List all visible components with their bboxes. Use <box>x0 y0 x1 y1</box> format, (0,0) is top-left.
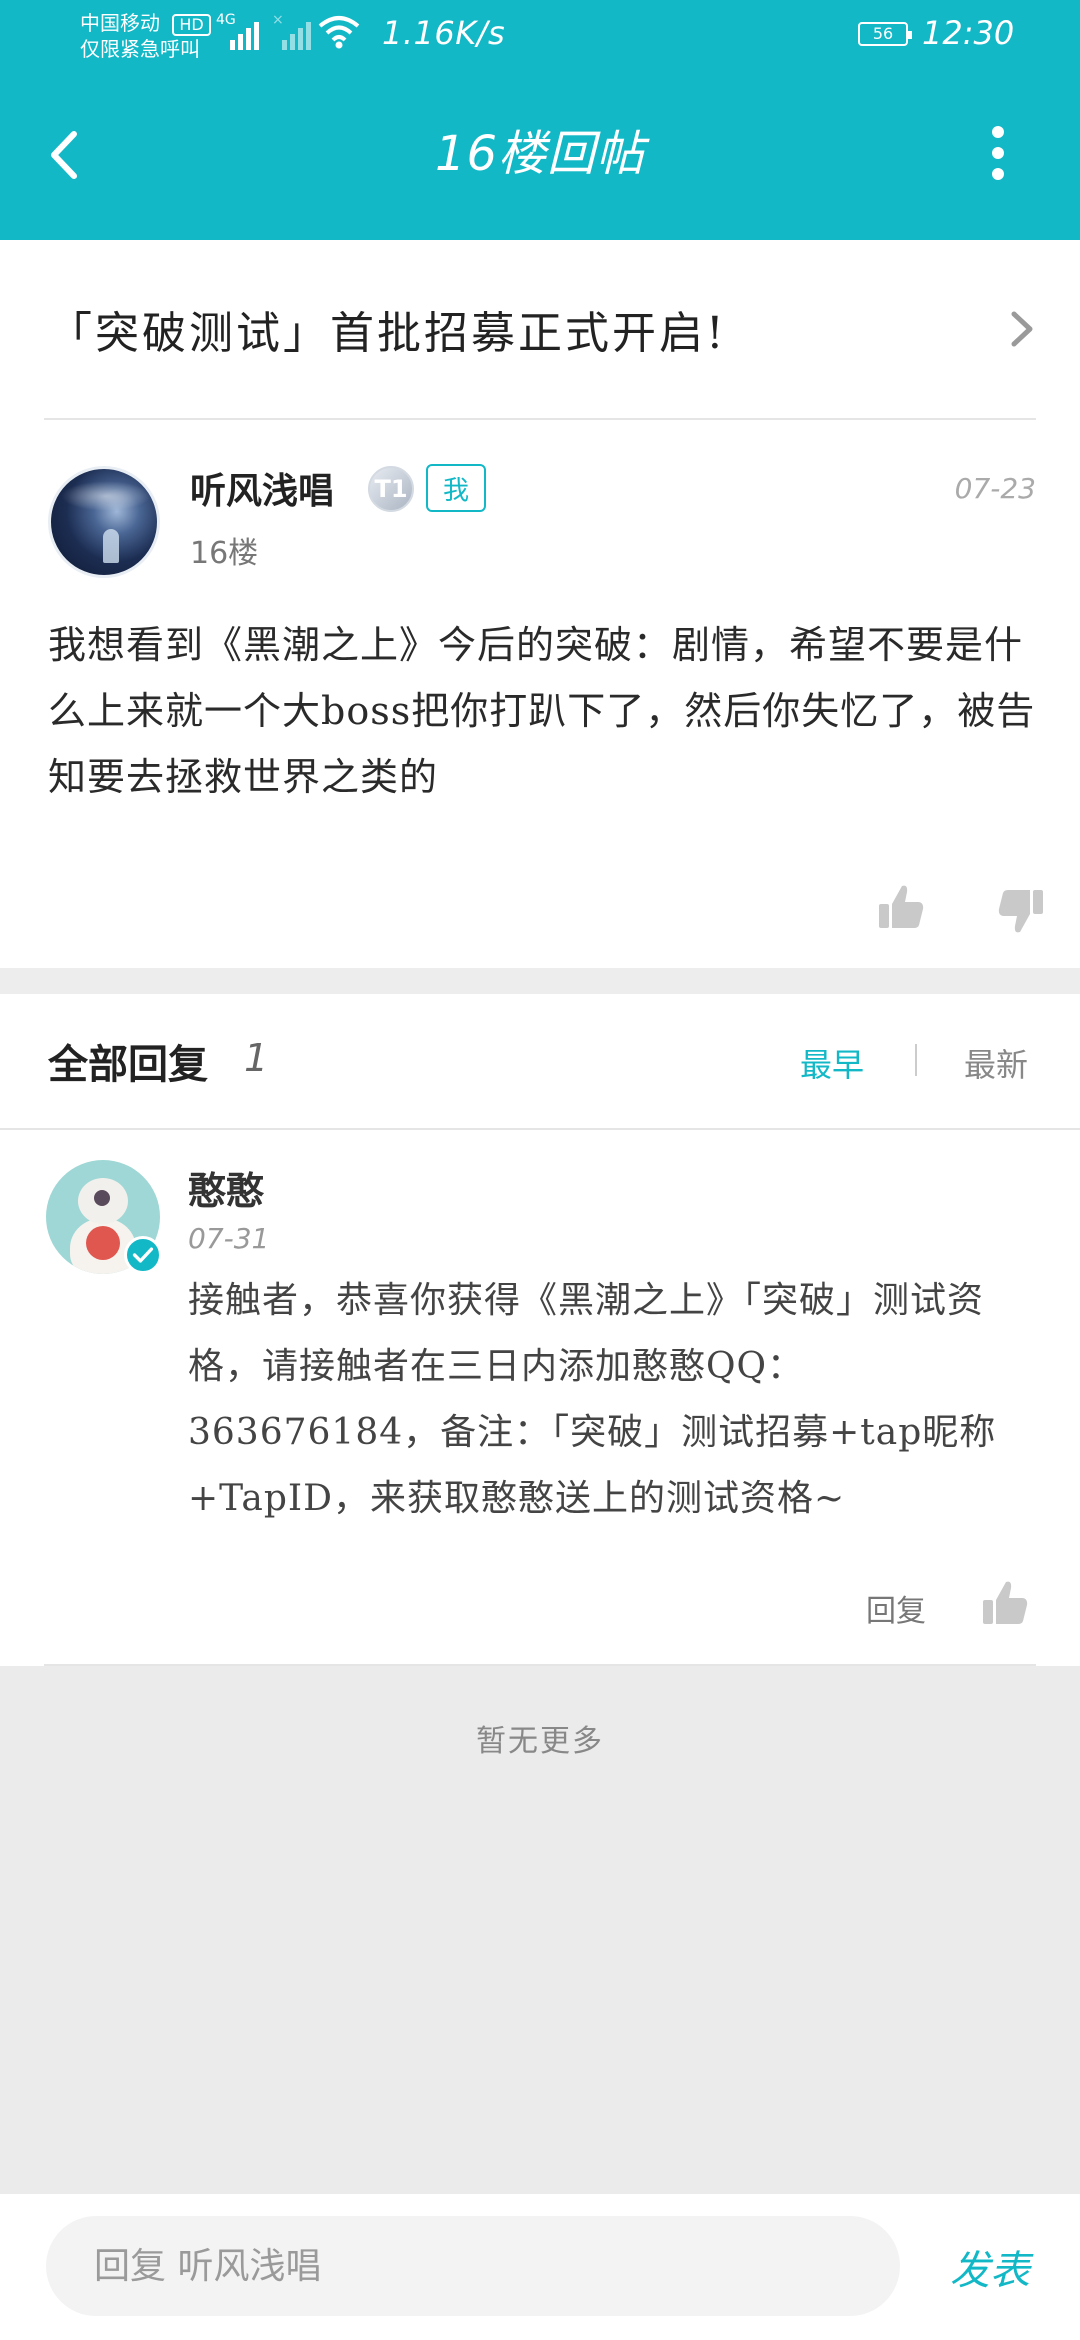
network-type: 4G <box>216 12 236 28</box>
reply-date: 07-31 <box>188 1222 270 1255</box>
no-more-text: 暂无更多 <box>476 1724 604 1759</box>
clock: 12:30 <box>922 14 1015 52</box>
emergency-text: 仅限紧急呼叫 <box>80 37 200 61</box>
topic-title: 「突破测试」首批招募正式开启! <box>48 308 727 359</box>
thumbs-up-icon[interactable] <box>876 882 926 932</box>
signal-icon: 4G <box>216 12 270 50</box>
carrier-info: 中国移动 HD 仅限紧急呼叫 <box>80 10 211 62</box>
signal-icon-sim2: × <box>272 12 312 50</box>
reply-detail-page: 中国移动 HD 仅限紧急呼叫 4G × 1.16K/s 56 12:30 16楼… <box>0 0 1080 2340</box>
replies-title: 全部回复 <box>48 1042 208 1088</box>
sort-divider <box>915 1044 917 1076</box>
sort-earliest-tab[interactable]: 最早 <box>800 1040 864 1086</box>
net-speed: 1.16K/s <box>382 14 506 52</box>
wifi-icon <box>318 16 360 49</box>
sort-newest-tab[interactable]: 最新 <box>964 1040 1028 1086</box>
carrier-name: 中国移动 <box>80 11 160 35</box>
thumbs-down-icon[interactable] <box>996 886 1046 936</box>
topic-link[interactable]: 「突破测试」首批招募正式开启! <box>0 240 1080 418</box>
more-vertical-icon[interactable] <box>980 126 1016 182</box>
reply-body: 接触者，恭喜你获得《黑潮之上》「突破」测试资格，请接触者在三日内添加憨憨QQ：3… <box>188 1280 997 1519</box>
page-title: 16楼回帖 <box>434 126 646 182</box>
chevron-right-icon <box>1011 311 1033 347</box>
section-separator <box>0 968 1080 994</box>
battery-level: 56 <box>872 24 894 43</box>
reply-author-name[interactable]: 憨憨 <box>188 1160 264 1215</box>
reply-input[interactable] <box>46 2216 900 2316</box>
thumbs-up-icon[interactable] <box>980 1578 1030 1628</box>
battery-icon: 56 <box>858 22 912 46</box>
post-author-name[interactable]: 听风浅唱 <box>190 462 334 514</box>
replies-count: 1 <box>244 1036 269 1080</box>
header: 中国移动 HD 仅限紧急呼叫 4G × 1.16K/s 56 12:30 16楼… <box>0 0 1080 240</box>
post-body: 我想看到《黑潮之上》今后的突破：剧情，希望不要是什么上来就一个大boss把你打趴… <box>48 623 1036 799</box>
post-date: 07-23 <box>954 472 1036 505</box>
avatar[interactable] <box>48 466 160 578</box>
reply-input-bar: 发表 <box>0 2194 1080 2340</box>
verified-icon <box>124 1236 162 1274</box>
me-tag: 我 <box>426 464 486 512</box>
hd-badge: HD <box>172 13 211 36</box>
send-button[interactable]: 发表 <box>950 2238 1030 2296</box>
level-badge: T1 <box>368 466 414 512</box>
divider <box>44 418 1036 420</box>
divider <box>0 1128 1080 1130</box>
reply-button[interactable]: 回复 <box>866 1586 926 1630</box>
floor-number: 16楼 <box>190 536 259 571</box>
